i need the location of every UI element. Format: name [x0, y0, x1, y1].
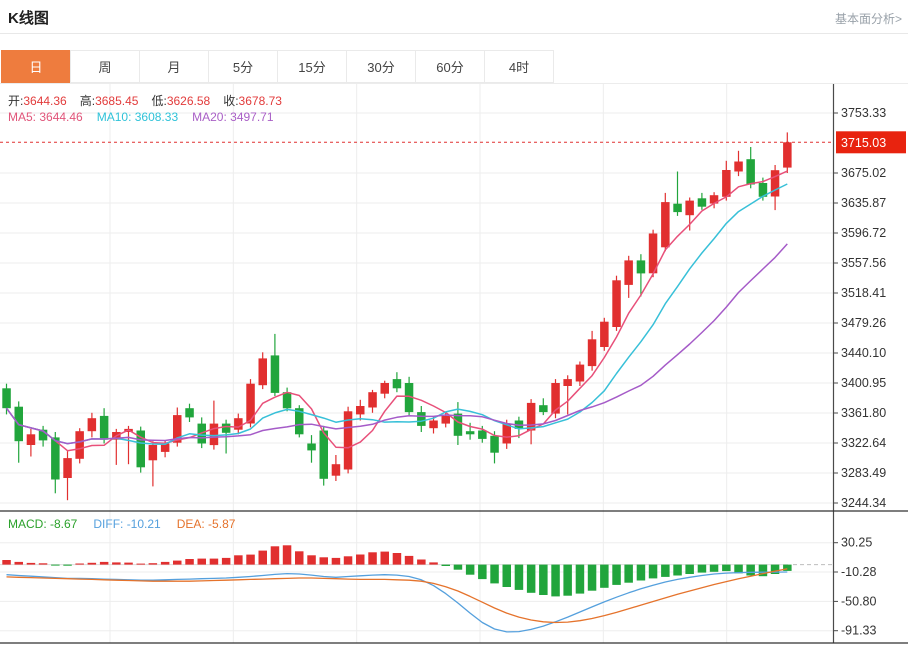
svg-text:3518.41: 3518.41 — [841, 286, 886, 300]
ma-info-row: MA5: 3644.46 MA10: 3608.33 MA20: 3497.71 — [8, 110, 288, 124]
ohlc-item: 低:3626.58 — [151, 94, 210, 108]
ma-item: MA20: 3497.71 — [192, 110, 273, 124]
svg-text:3479.26: 3479.26 — [841, 316, 886, 330]
macd-item: MACD: -8.67 — [8, 517, 77, 531]
tab-period-1[interactable]: 周 — [70, 50, 140, 83]
tab-period-5[interactable]: 30分 — [346, 50, 416, 83]
svg-text:3753.33: 3753.33 — [841, 106, 886, 120]
tabstrip-underline — [0, 83, 908, 84]
tab-period-2[interactable]: 月 — [139, 50, 209, 83]
svg-text:3322.64: 3322.64 — [841, 436, 886, 450]
fundamentals-link[interactable]: 基本面分析> — [835, 10, 902, 27]
kline-widget: 3753.33 3675.02 3635.87 3596.72 3557.56 3518.… — [0, 0, 908, 647]
header-divider — [0, 33, 908, 34]
svg-text:3557.56: 3557.56 — [841, 256, 886, 270]
svg-text:3440.10: 3440.10 — [841, 346, 886, 360]
ma-item: MA10: 3608.33 — [97, 110, 178, 124]
tab-period-3[interactable]: 5分 — [208, 50, 278, 83]
tab-period-0[interactable]: 日 — [1, 50, 71, 83]
macd-info-row: MACD: -8.67 DIFF: -10.21 DEA: -5.87 — [8, 517, 251, 531]
page-title: K线图 — [8, 7, 49, 28]
svg-text:-10.28: -10.28 — [841, 565, 876, 579]
macd-item: DEA: -5.87 — [177, 517, 236, 531]
ma-item: MA5: 3644.46 — [8, 110, 83, 124]
tab-period-6[interactable]: 60分 — [415, 50, 485, 83]
ohlc-item: 高:3685.45 — [80, 94, 139, 108]
tab-period-7[interactable]: 4时 — [484, 50, 554, 83]
svg-text:3400.95: 3400.95 — [841, 376, 886, 390]
ohlc-info-row: 开:3644.36 高:3685.45 低:3626.58 收:3678.73 — [8, 92, 295, 109]
svg-text:3596.72: 3596.72 — [841, 226, 886, 240]
svg-text:3283.49: 3283.49 — [841, 466, 886, 480]
svg-text:3635.87: 3635.87 — [841, 196, 886, 210]
svg-text:-50.80: -50.80 — [841, 594, 876, 608]
tab-period-4[interactable]: 15分 — [277, 50, 347, 83]
macd-item: DIFF: -10.21 — [93, 517, 160, 531]
svg-text:-91.33: -91.33 — [841, 624, 876, 638]
svg-text:30.25: 30.25 — [841, 536, 872, 550]
header: K线图 基本面分析> — [0, 0, 908, 33]
current-price-badge: 3715.03 — [836, 131, 906, 153]
period-tabs: 日周月5分15分30分60分4时 — [2, 50, 554, 83]
svg-text:3361.80: 3361.80 — [841, 406, 886, 420]
ohlc-item: 收:3678.73 — [223, 94, 282, 108]
svg-text:3675.02: 3675.02 — [841, 166, 886, 180]
ohlc-item: 开:3644.36 — [8, 94, 67, 108]
svg-text:3715.03: 3715.03 — [841, 136, 886, 150]
svg-text:3244.34: 3244.34 — [841, 496, 886, 510]
